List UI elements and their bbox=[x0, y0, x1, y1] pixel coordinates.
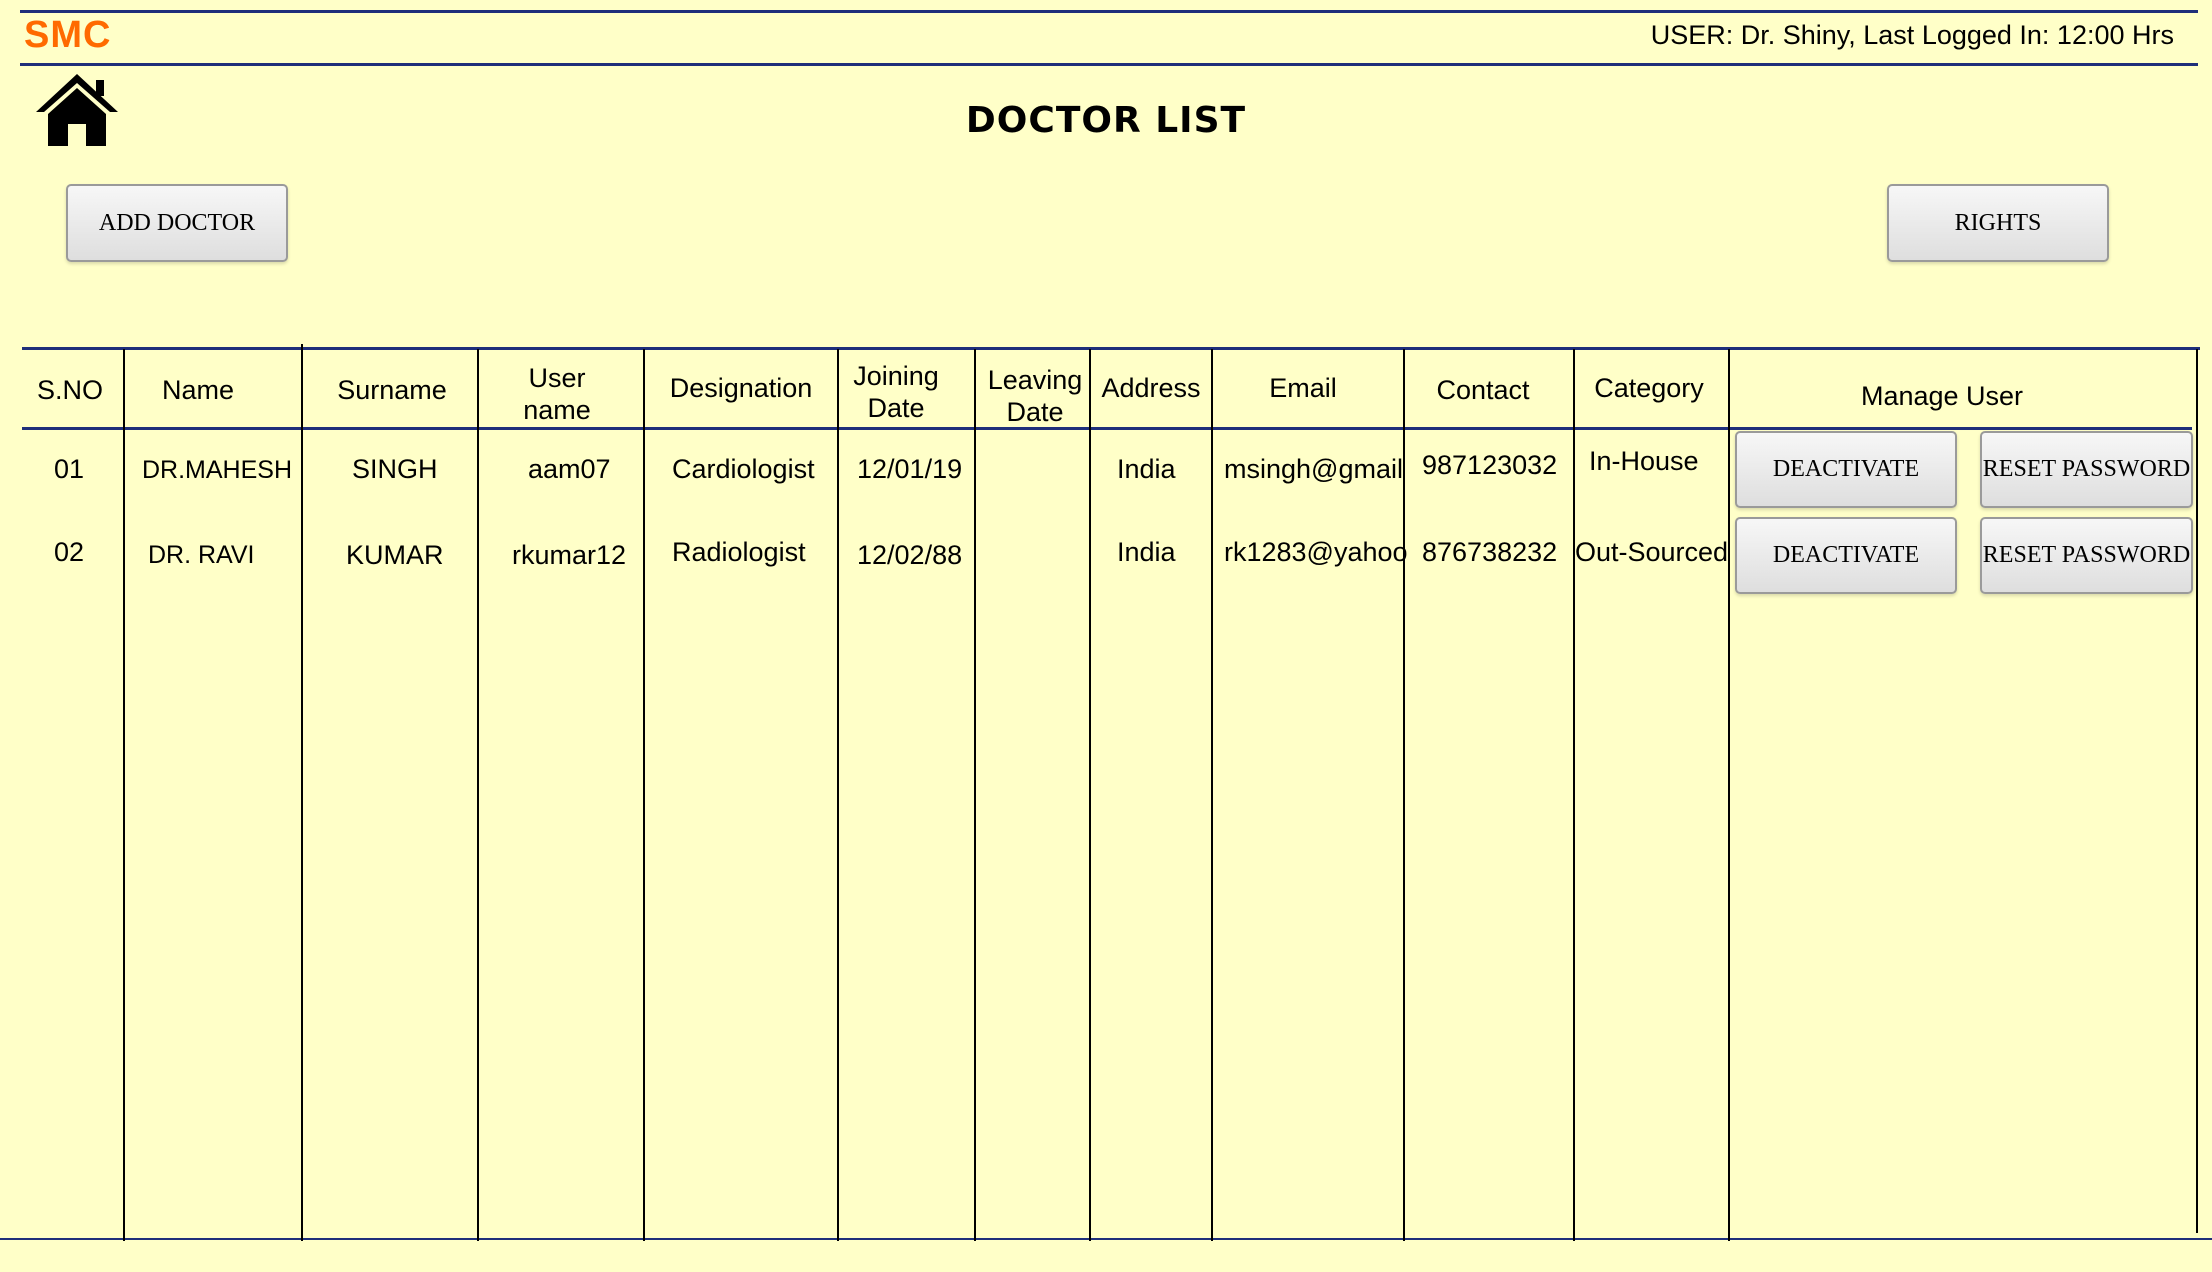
header-category: Category bbox=[1594, 373, 1704, 403]
header-name: Name bbox=[161, 375, 235, 405]
top-rule bbox=[20, 10, 2198, 13]
cell-name: DR. RAVI bbox=[148, 541, 255, 569]
header-surname: Surname bbox=[337, 375, 447, 405]
column-divider bbox=[123, 349, 125, 1241]
cell-email: rk1283@yahoo bbox=[1224, 537, 1408, 567]
cell-name: DR.MAHESH bbox=[142, 456, 293, 484]
cell-joining-date: 12/01/19 bbox=[857, 454, 963, 484]
column-divider bbox=[1211, 349, 1213, 1241]
header-sno: S.NO bbox=[36, 375, 103, 405]
cell-address: India bbox=[1117, 537, 1176, 567]
cell-username: aam07 bbox=[528, 454, 611, 484]
cell-designation: Cardiologist bbox=[672, 454, 815, 484]
column-divider bbox=[301, 344, 303, 1241]
column-divider bbox=[477, 349, 479, 1241]
deactivate-button[interactable]: DEACTIVATE bbox=[1735, 431, 1957, 508]
cell-sno: 01 bbox=[54, 454, 85, 484]
column-divider bbox=[837, 349, 839, 1241]
column-divider bbox=[643, 349, 645, 1241]
header-username: User name bbox=[523, 363, 591, 425]
table-bottom-rule bbox=[0, 1238, 2212, 1240]
cell-category: In-House bbox=[1589, 446, 1699, 476]
cell-category: Out-Sourced bbox=[1575, 537, 1729, 567]
header-designation: Designation bbox=[669, 373, 813, 403]
cell-sno: 02 bbox=[54, 537, 85, 567]
header-manage-user: Manage User bbox=[1860, 381, 2024, 411]
column-divider bbox=[1089, 349, 1091, 1241]
cell-surname: SINGH bbox=[352, 454, 438, 484]
header-joining-date: Joining Date bbox=[853, 361, 939, 423]
cell-joining-date: 12/02/88 bbox=[857, 540, 963, 570]
cell-email: msingh@gmail bbox=[1224, 454, 1403, 484]
cell-address: India bbox=[1117, 454, 1176, 484]
column-divider bbox=[1728, 349, 1730, 1241]
header-leaving-date: Leaving Date bbox=[987, 365, 1083, 427]
header-contact: Contact bbox=[1436, 375, 1530, 405]
app-brand: SMC bbox=[24, 14, 112, 56]
header-rule bbox=[20, 63, 2198, 66]
page-title: DOCTOR LIST bbox=[965, 100, 1247, 141]
rights-button[interactable]: RIGHTS bbox=[1887, 184, 2109, 262]
column-divider bbox=[1403, 349, 1405, 1241]
cell-designation: Radiologist bbox=[672, 537, 806, 567]
table-header-rule bbox=[22, 427, 2192, 430]
column-divider bbox=[974, 349, 976, 1241]
header-address: Address bbox=[1101, 373, 1201, 403]
cell-username: rkumar12 bbox=[512, 540, 627, 570]
table-top-rule bbox=[22, 347, 2200, 350]
cell-contact: 876738232 bbox=[1422, 537, 1558, 567]
reset-password-button[interactable]: RESET PASSWORD bbox=[1980, 517, 2193, 594]
user-info: USER: Dr. Shiny, Last Logged In: 12:00 H… bbox=[1650, 20, 2174, 50]
header-email: Email bbox=[1269, 373, 1337, 403]
deactivate-button[interactable]: DEACTIVATE bbox=[1735, 517, 1957, 594]
column-divider bbox=[2196, 349, 2198, 1233]
cell-surname: KUMAR bbox=[346, 540, 444, 570]
add-doctor-button[interactable]: ADD DOCTOR bbox=[66, 184, 288, 262]
reset-password-button[interactable]: RESET PASSWORD bbox=[1980, 431, 2193, 508]
column-divider bbox=[1573, 349, 1575, 1241]
cell-contact: 987123032 bbox=[1422, 450, 1558, 480]
